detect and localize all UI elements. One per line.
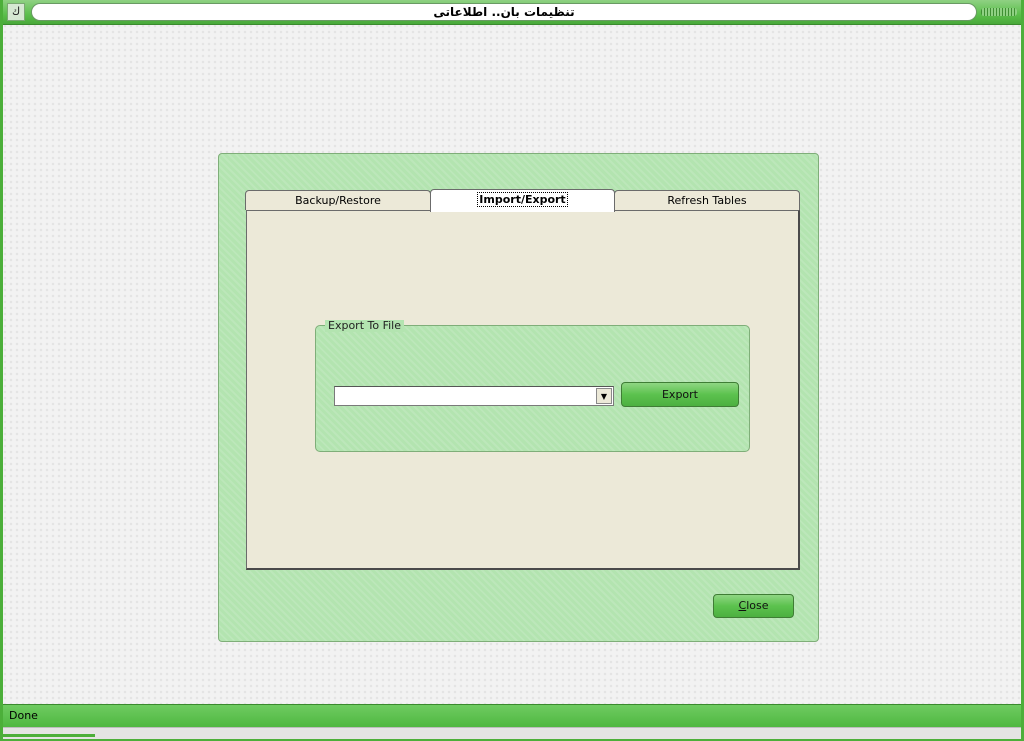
tab-import-export[interactable]: Import/Export (430, 189, 615, 212)
app-window: ك تنظیمات بان.. اطلاعاتی Backup/Restore … (0, 0, 1024, 741)
export-file-select[interactable]: ▼ (334, 386, 614, 406)
title-bar[interactable]: ك تنظیمات بان.. اطلاعاتی (3, 0, 1021, 25)
group-legend: Export To File (325, 320, 404, 332)
tab-backup-restore[interactable]: Backup/Restore (245, 190, 431, 210)
window-title: تنظیمات بان.. اطلاعاتی (31, 3, 977, 21)
close-button[interactable]: Close (713, 594, 794, 618)
export-to-file-group: Export To File ▼ Export (315, 320, 750, 452)
system-menu-icon[interactable]: ك (7, 3, 25, 21)
progress-segment (3, 734, 95, 737)
status-text: Done (9, 709, 38, 722)
export-button[interactable]: Export (621, 382, 739, 407)
tab-content-import-export: Export To File ▼ Export (246, 210, 800, 570)
bottom-strip (3, 727, 1021, 739)
tab-refresh-tables[interactable]: Refresh Tables (614, 190, 800, 210)
tab-label: Refresh Tables (667, 194, 747, 207)
grip-icon[interactable] (981, 8, 1017, 16)
settings-panel: Backup/Restore Import/Export Refresh Tab… (218, 153, 819, 642)
chevron-down-icon[interactable]: ▼ (596, 388, 612, 404)
tab-label: Import/Export (477, 192, 568, 207)
close-label-rest: lose (746, 599, 769, 612)
status-bar: Done (3, 704, 1021, 728)
tab-label: Backup/Restore (295, 194, 381, 207)
